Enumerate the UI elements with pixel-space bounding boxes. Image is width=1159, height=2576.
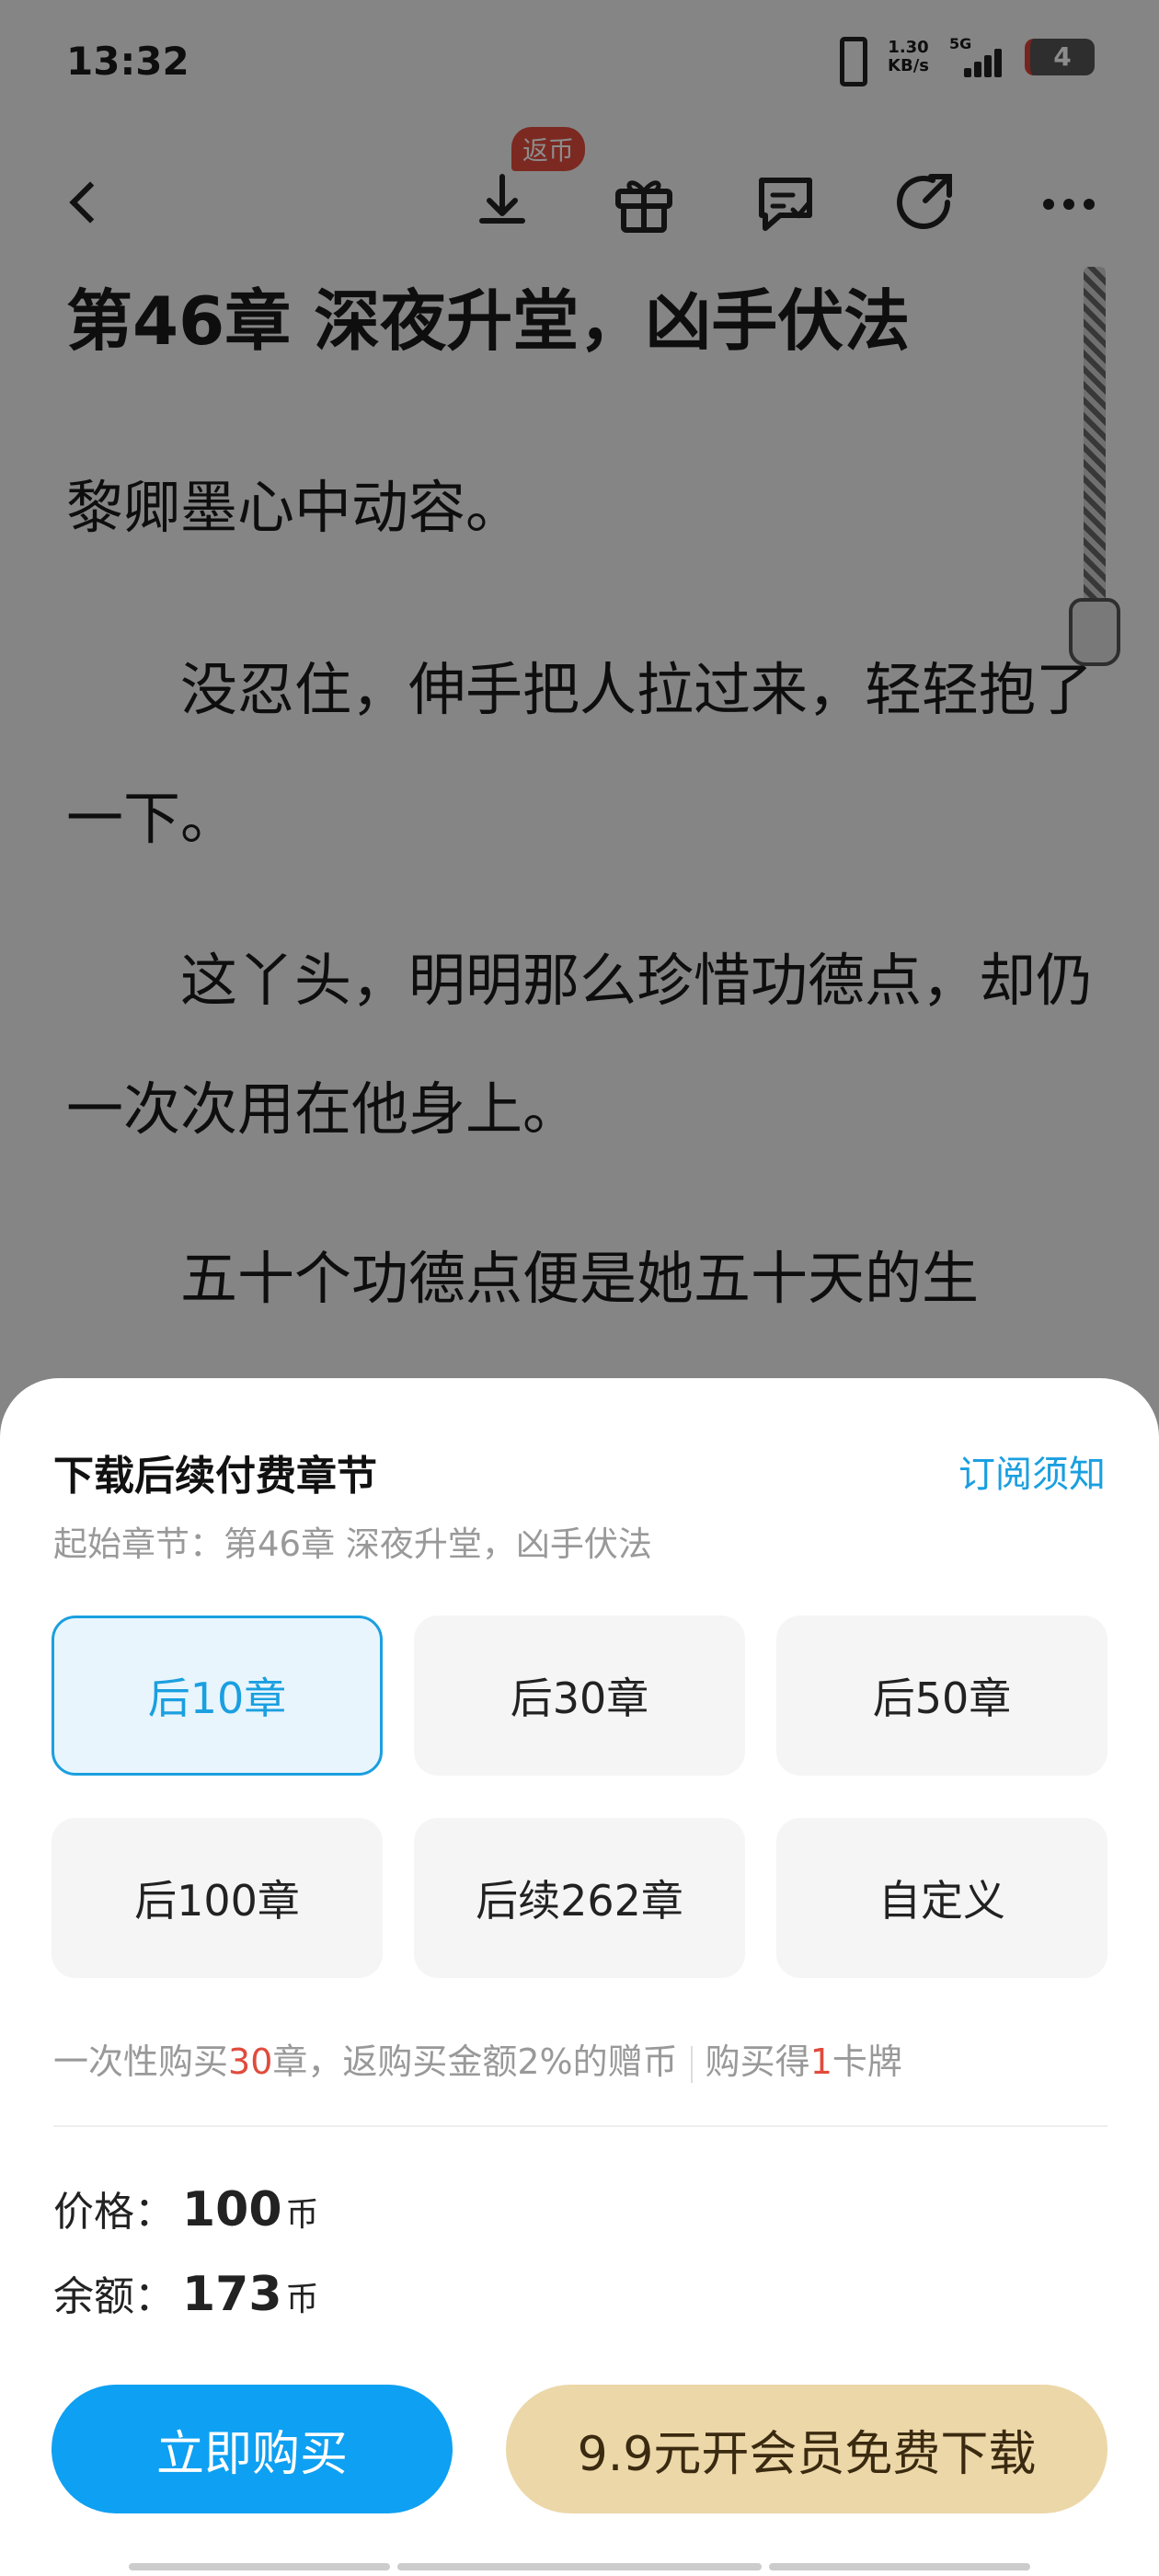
price-label: 价格： [53,2189,175,2236]
option-remaining-262[interactable]: 后续262章 [414,1818,745,1978]
home-indicator[interactable] [397,2563,762,2570]
option-next-10[interactable]: 后10章 [52,1616,383,1776]
balance-label: 余额： [53,2273,175,2320]
home-indicator[interactable] [769,2563,1030,2570]
option-next-30[interactable]: 后30章 [414,1616,745,1776]
buy-now-button[interactable]: 立即购买 [52,2385,453,2513]
start-chapter-label: 起始章节：第46章 深夜升堂，凶手伏法 [53,1524,652,1564]
option-next-50[interactable]: 后50章 [776,1616,1107,1776]
option-custom[interactable]: 自定义 [776,1818,1107,1978]
balance-unit: 币 [285,2281,319,2318]
vip-download-button[interactable]: 9.9元开会员免费下载 [506,2385,1107,2513]
price-unit: 币 [285,2196,319,2234]
balance-row: 余额： 173 币 [53,2263,319,2322]
section-divider [53,2125,1107,2127]
price-value: 100 [182,2182,282,2237]
price-row: 价格： 100 币 [53,2179,319,2237]
download-sheet: 下载后续付费章节 订阅须知 起始章节：第46章 深夜升堂，凶手伏法 后10章 后… [0,1378,1159,2576]
balance-value: 173 [182,2267,282,2322]
sheet-title: 下载后续付费章节 [53,1453,377,1500]
home-indicator[interactable] [129,2563,390,2570]
subscription-notice-link[interactable]: 订阅须知 [958,1444,1106,1498]
option-next-100[interactable]: 后100章 [52,1818,383,1978]
promo-text: 一次性购买30章，返购买金额2%的赠币 购买得1卡牌 [53,2041,902,2083]
promo-divider [690,2045,693,2083]
